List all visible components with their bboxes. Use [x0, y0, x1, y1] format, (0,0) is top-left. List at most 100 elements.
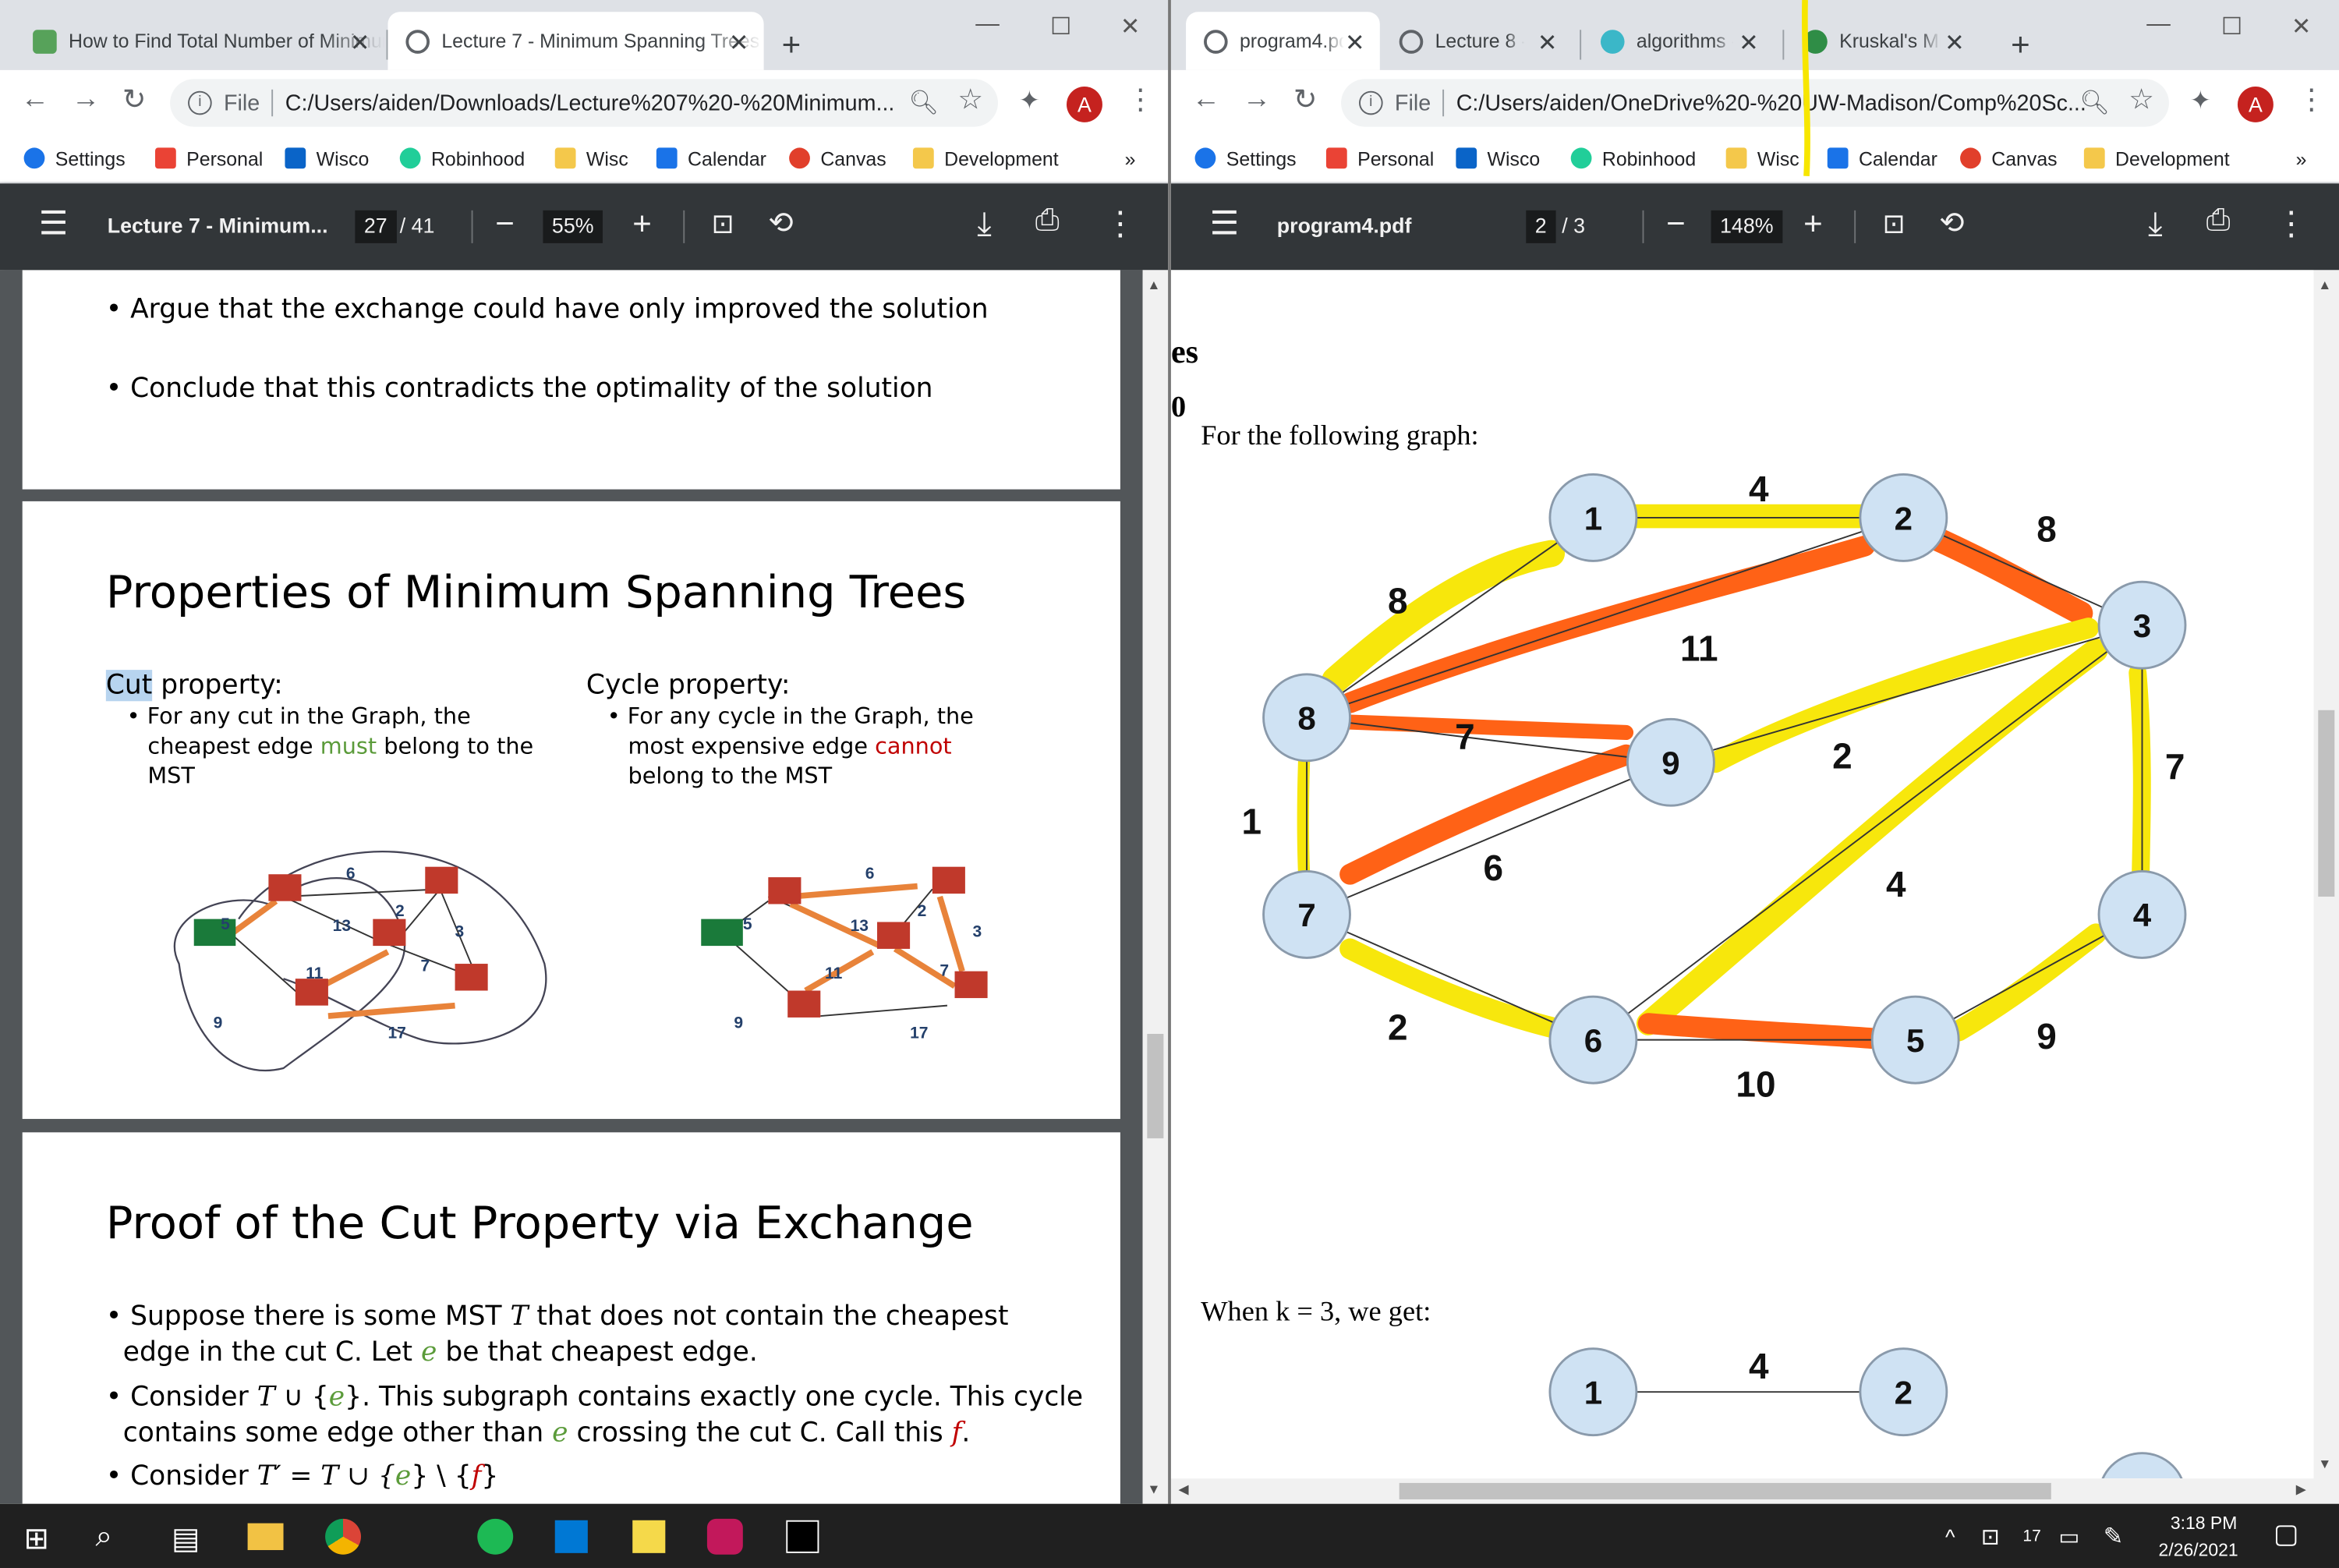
clock-date[interactable]: 2/26/2021	[2159, 1540, 2238, 1561]
bookmark-personal[interactable]: Personal	[154, 143, 263, 173]
sticky-notes-icon[interactable]	[632, 1520, 666, 1553]
rotate-icon[interactable]: ⟲	[768, 204, 793, 242]
close-icon[interactable]: ✕	[729, 28, 749, 58]
hamburger-menu-icon[interactable]: ☰	[1210, 204, 1240, 243]
battery-icon[interactable]: ▭	[2058, 1524, 2079, 1550]
bookmark-calendar[interactable]: Calendar	[656, 143, 766, 173]
minimize-button[interactable]: —	[975, 12, 1000, 38]
close-window-button[interactable]: ✕	[2291, 12, 2312, 41]
tab-algorithms[interactable]: algorithms - Kruskal ✕	[1583, 12, 1774, 70]
vertical-scrollbar[interactable]: ▲ ▼	[2313, 270, 2339, 1504]
bookmark-wisco[interactable]: Wisco	[1456, 143, 1540, 173]
bookmark-star-icon[interactable]: ☆	[957, 83, 983, 118]
zoom-icon[interactable]: 🔍︎	[2079, 88, 2110, 118]
print-icon[interactable]: ⎙	[2206, 204, 2231, 239]
download-icon[interactable]: ⤓	[2148, 204, 2163, 243]
fit-page-icon[interactable]: ⊡	[1883, 209, 1906, 240]
maximize-button[interactable]: ☐	[2221, 12, 2242, 41]
page-number-input[interactable]: 27	[355, 210, 397, 243]
bookmark-canvas[interactable]: Canvas	[789, 143, 886, 173]
hamburger-menu-icon[interactable]: ☰	[39, 204, 69, 243]
rotate-icon[interactable]: ⟲	[1939, 204, 1964, 242]
page-number-input[interactable]: 2	[1526, 210, 1556, 243]
zoom-input[interactable]: 55%	[543, 210, 603, 243]
pen-icon[interactable]: ✎	[2104, 1522, 2124, 1552]
bookmark-wisco[interactable]: Wisco	[285, 143, 369, 173]
download-icon[interactable]: ⤓	[977, 204, 992, 243]
more-bookmarks-button[interactable]: »	[1125, 143, 1136, 173]
scroll-thumb[interactable]	[1147, 1033, 1164, 1138]
address-bar[interactable]: i File C:/Users/aiden/OneDrive%20-%20UW-…	[1341, 79, 2169, 127]
chevron-up-icon[interactable]: ^	[1945, 1524, 1955, 1549]
back-arrow-icon[interactable]: ←	[1192, 83, 1220, 116]
maximize-button[interactable]: ☐	[1050, 12, 1071, 41]
back-arrow-icon[interactable]: ←	[21, 83, 49, 116]
forward-arrow-icon[interactable]: →	[72, 83, 100, 116]
tab-lecture7[interactable]: Lecture 7 - Minimum Spanning Trees ✕	[387, 12, 764, 70]
menu-icon[interactable]: ⋮	[1127, 83, 1155, 118]
reload-icon[interactable]: ↻	[122, 83, 146, 118]
close-window-button[interactable]: ✕	[1120, 12, 1141, 41]
zoom-out-icon[interactable]: −	[1666, 204, 1686, 243]
tab-lecture8[interactable]: Lecture 8 - Minimum ✕	[1382, 12, 1573, 70]
extensions-icon[interactable]: ✦	[1019, 87, 1040, 116]
bookmark-wisc[interactable]: Wisc	[554, 143, 628, 173]
bookmark-settings[interactable]: Settings	[23, 143, 126, 173]
bookmark-star-icon[interactable]: ☆	[2128, 83, 2154, 118]
forward-arrow-icon[interactable]: →	[1243, 83, 1271, 116]
file-explorer-icon[interactable]	[247, 1523, 284, 1551]
bookmark-wisc[interactable]: Wisc	[1725, 143, 1799, 173]
new-tab-button[interactable]: +	[2011, 26, 2030, 65]
more-menu-icon[interactable]: ⋮	[2275, 204, 2308, 243]
print-icon[interactable]: ⎙	[1035, 204, 1060, 239]
bookmark-robinhood[interactable]: Robinhood	[1570, 143, 1696, 173]
menu-icon[interactable]: ⋮	[2297, 83, 2325, 118]
bookmark-personal[interactable]: Personal	[1325, 143, 1434, 173]
bookmark-robinhood[interactable]: Robinhood	[399, 143, 525, 173]
close-icon[interactable]: ✕	[1944, 28, 1965, 58]
close-icon[interactable]: ✕	[1739, 28, 1759, 58]
horizontal-scrollbar[interactable]: ◀ ▶	[1170, 1478, 2314, 1504]
network-icon[interactable]: ⊡	[1981, 1524, 2000, 1550]
bookmark-development[interactable]: Development	[2083, 143, 2230, 173]
bookmark-canvas[interactable]: Canvas	[1960, 143, 2058, 173]
fit-page-icon[interactable]: ⊡	[712, 209, 734, 240]
search-icon[interactable]: ⌕	[95, 1520, 111, 1555]
app-icon[interactable]	[706, 1518, 743, 1555]
zoom-out-icon[interactable]: −	[495, 204, 515, 243]
pycharm-icon[interactable]	[786, 1520, 819, 1553]
scroll-thumb[interactable]	[2318, 710, 2335, 897]
clock-time[interactable]: 3:18 PM	[2171, 1513, 2238, 1534]
zoom-input[interactable]: 148%	[1711, 210, 1783, 243]
vertical-scrollbar[interactable]: ▲ ▼	[1142, 270, 1169, 1504]
close-icon[interactable]: ✕	[1538, 28, 1558, 58]
bookmark-calendar[interactable]: Calendar	[1827, 143, 1937, 173]
pdf-viewport[interactable]: es 0 For the following graph: 4 8 8 11 7…	[1170, 270, 2314, 1504]
close-icon[interactable]: ✕	[1345, 28, 1365, 58]
tab-program4[interactable]: program4.pdf ✕	[1186, 12, 1380, 70]
extensions-icon[interactable]: ✦	[2190, 87, 2211, 116]
avatar[interactable]: A	[2237, 86, 2274, 122]
reload-icon[interactable]: ↻	[1293, 83, 1317, 118]
zoom-icon[interactable]: 🔍︎	[908, 88, 939, 118]
zoom-in-icon[interactable]: +	[632, 204, 652, 243]
bookmark-development[interactable]: Development	[912, 143, 1059, 173]
calendar-app-icon[interactable]	[554, 1520, 588, 1553]
new-tab-button[interactable]: +	[782, 26, 801, 65]
spotify-icon[interactable]	[477, 1518, 514, 1555]
close-icon[interactable]: ✕	[350, 28, 370, 58]
notification-icon[interactable]: ▢	[2274, 1519, 2299, 1550]
zoom-in-icon[interactable]: +	[1803, 204, 1823, 243]
task-view-icon[interactable]: ▤	[172, 1520, 200, 1558]
scroll-thumb[interactable]	[1399, 1482, 2051, 1499]
chrome-icon[interactable]	[325, 1518, 362, 1555]
tab-mst-count[interactable]: How to Find Total Number of Minimum Span…	[15, 12, 385, 70]
windows-start-icon[interactable]: ⊞	[24, 1520, 49, 1558]
more-menu-icon[interactable]: ⋮	[1104, 204, 1137, 243]
more-bookmarks-button[interactable]: »	[2296, 143, 2307, 173]
avatar[interactable]: A	[1067, 86, 1102, 122]
minimize-button[interactable]: —	[2146, 12, 2171, 38]
address-bar[interactable]: i File C:/Users/aiden/Downloads/Lecture%…	[170, 79, 998, 127]
pdf-viewport[interactable]: • Argue that the exchange could have onl…	[0, 270, 1143, 1504]
bookmark-settings[interactable]: Settings	[1194, 143, 1297, 173]
